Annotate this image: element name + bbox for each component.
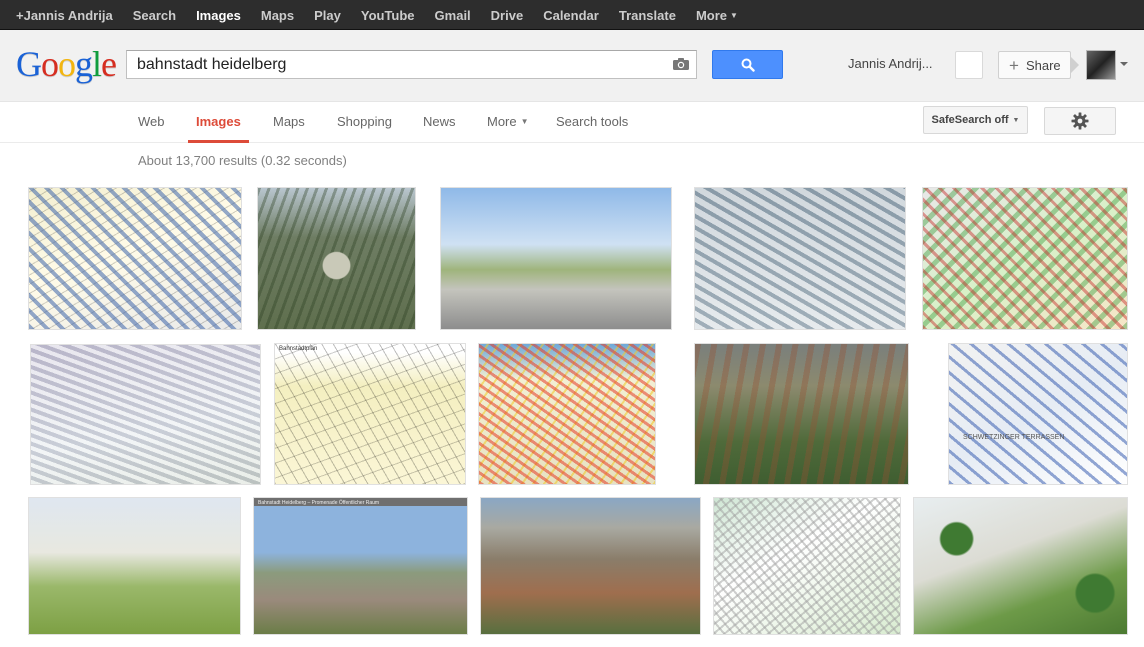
top-link-profile[interactable]: +Jannis Andrija — [16, 8, 113, 23]
tab-shopping[interactable]: Shopping — [337, 102, 392, 143]
top-link-play[interactable]: Play — [314, 8, 341, 23]
image-result[interactable] — [257, 187, 416, 330]
thumb-caption: Bahnstadtplan — [279, 346, 318, 352]
image-result[interactable] — [694, 187, 906, 330]
image-result[interactable] — [28, 497, 241, 635]
thumb-caption: Bahnstadt Heidelberg – Promenade Öffentl… — [258, 500, 380, 506]
settings-button[interactable] — [1044, 107, 1116, 135]
account-chevron-icon[interactable] — [1120, 62, 1128, 66]
top-link-youtube[interactable]: YouTube — [361, 8, 415, 23]
search-input[interactable] — [127, 51, 667, 78]
image-result[interactable] — [922, 187, 1128, 330]
safesearch-dropdown[interactable]: SafeSearch off ▼ — [923, 106, 1028, 134]
image-result[interactable] — [694, 343, 909, 485]
search-header: Google Jannis Andrij... + Share — [0, 30, 1144, 102]
top-link-calendar[interactable]: Calendar — [543, 8, 599, 23]
search-button[interactable] — [712, 50, 783, 79]
top-link-images[interactable]: Images — [196, 8, 241, 23]
chevron-down-icon: ▼ — [520, 117, 529, 126]
search-box — [126, 50, 697, 79]
tab-more[interactable]: More ▼ — [487, 102, 529, 143]
chevron-down-icon: ▼ — [1012, 116, 1020, 124]
safesearch-label: SafeSearch off — [931, 114, 1009, 126]
top-link-more-label: More — [695, 7, 727, 23]
magnifier-icon — [741, 58, 755, 72]
tab-search-tools[interactable]: Search tools — [556, 102, 628, 143]
top-link-translate[interactable]: Translate — [619, 8, 676, 23]
tab-news[interactable]: News — [423, 102, 456, 143]
plus-icon: + — [1009, 55, 1019, 75]
image-result[interactable] — [713, 497, 901, 635]
top-link-search[interactable]: Search — [133, 8, 176, 23]
share-button[interactable]: + Share — [998, 51, 1071, 79]
image-result[interactable] — [28, 187, 242, 330]
google-logo[interactable]: Google — [16, 44, 117, 84]
top-bar: +Jannis Andrija Search Images Maps Play … — [0, 0, 1144, 30]
top-links: +Jannis Andrija Search Images Maps Play … — [0, 0, 1144, 30]
image-result[interactable] — [30, 344, 261, 485]
share-label: Share — [1025, 57, 1061, 73]
gear-icon — [1071, 112, 1089, 130]
top-link-maps[interactable]: Maps — [261, 8, 294, 23]
avatar[interactable] — [1086, 50, 1116, 80]
top-link-gmail[interactable]: Gmail — [435, 8, 471, 23]
top-link-drive[interactable]: Drive — [491, 8, 524, 23]
thumb-caption: SCHWETZINGER TERRASSEN — [963, 434, 1065, 441]
image-result[interactable]: Bahnstadtplan — [274, 343, 466, 485]
image-result[interactable]: Bahnstadt Heidelberg – Promenade Öffentl… — [253, 497, 468, 635]
tab-images[interactable]: Images — [188, 102, 249, 143]
image-result[interactable] — [480, 497, 701, 635]
image-result[interactable]: SCHWETZINGER TERRASSEN — [948, 343, 1128, 485]
image-result[interactable] — [440, 187, 672, 330]
tab-web[interactable]: Web — [138, 102, 165, 143]
tab-maps[interactable]: Maps — [273, 102, 305, 143]
result-stats: About 13,700 results (0.32 seconds) — [138, 153, 347, 168]
image-result[interactable] — [913, 497, 1128, 635]
top-link-more[interactable]: More ▼ — [696, 8, 738, 23]
chevron-down-icon: ▼ — [730, 10, 738, 20]
image-result[interactable] — [478, 343, 656, 485]
tab-more-label: More — [487, 114, 517, 129]
notifications-button[interactable] — [955, 51, 983, 79]
camera-icon[interactable] — [672, 57, 690, 71]
share-notch — [1071, 57, 1079, 73]
user-name-link[interactable]: Jannis Andrij... — [848, 56, 933, 71]
